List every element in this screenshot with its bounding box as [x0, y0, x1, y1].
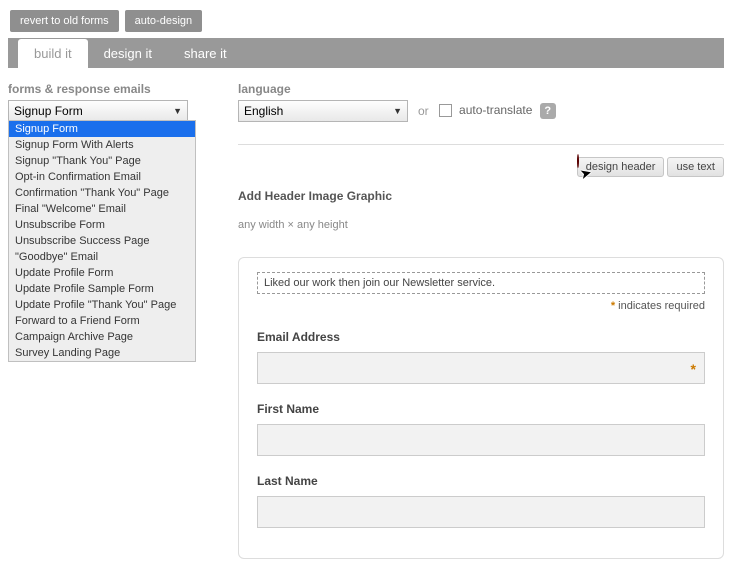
forms-select[interactable]: Signup Form ▼	[8, 100, 188, 122]
chevron-down-icon: ▼	[393, 106, 402, 116]
design-header-button[interactable]: design header ➤	[577, 157, 665, 177]
use-text-button[interactable]: use text	[667, 157, 724, 177]
add-header-title: Add Header Image Graphic	[238, 189, 724, 203]
dropdown-option[interactable]: Signup "Thank You" Page	[9, 153, 195, 169]
forms-dropdown-list: Signup FormSignup Form With AlertsSignup…	[8, 120, 196, 362]
tab-design-it[interactable]: design it	[88, 39, 168, 68]
intro-text-block[interactable]: Liked our work then join our Newsletter …	[257, 272, 705, 294]
first-name-label: First Name	[257, 402, 705, 416]
dropdown-option[interactable]: Unsubscribe Success Page	[9, 233, 195, 249]
dropdown-option[interactable]: Opt-in Confirmation Email	[9, 169, 195, 185]
dropdown-option[interactable]: Signup Form	[9, 121, 195, 137]
dropdown-option[interactable]: Unsubscribe Form	[9, 217, 195, 233]
dropdown-option[interactable]: Signup Form With Alerts	[9, 137, 195, 153]
chevron-down-icon: ▼	[173, 106, 182, 116]
dropdown-option[interactable]: Update Profile Sample Form	[9, 281, 195, 297]
auto-translate-label: auto-translate	[459, 103, 532, 117]
dropdown-option[interactable]: Update Profile Form	[9, 265, 195, 281]
tab-share-it[interactable]: share it	[168, 39, 243, 68]
header-dimensions: any width × any height	[238, 219, 724, 231]
tab-build-it[interactable]: build it	[18, 39, 88, 68]
auto-design-button[interactable]: auto-design	[125, 10, 203, 32]
dropdown-option[interactable]: Forward to a Friend Form	[9, 313, 195, 329]
or-label: or	[418, 104, 429, 118]
design-header-label: design header	[586, 161, 656, 173]
language-select-value: English	[244, 104, 283, 118]
last-name-input[interactable]	[257, 496, 705, 528]
auto-translate-checkbox[interactable]	[439, 104, 452, 117]
last-name-label: Last Name	[257, 474, 705, 488]
required-label: indicates required	[618, 300, 705, 312]
revert-to-old-forms-button[interactable]: revert to old forms	[10, 10, 119, 32]
help-icon[interactable]: ?	[540, 103, 556, 119]
form-preview-card: Liked our work then join our Newsletter …	[238, 257, 724, 559]
first-name-input[interactable]	[257, 424, 705, 456]
dropdown-option[interactable]: "Goodbye" Email	[9, 249, 195, 265]
tab-bar: build it design it share it	[8, 38, 724, 68]
email-label: Email Address	[257, 330, 705, 344]
email-input[interactable]: *	[257, 352, 705, 384]
dropdown-option[interactable]: Confirmation "Thank You" Page	[9, 185, 195, 201]
language-select[interactable]: English ▼	[238, 100, 408, 122]
dropdown-option[interactable]: Survey Landing Page	[9, 345, 195, 361]
forms-heading: forms & response emails	[8, 82, 198, 96]
required-note: * indicates required	[257, 300, 705, 312]
required-star-icon: *	[691, 361, 696, 377]
language-heading: language	[238, 82, 724, 96]
dropdown-option[interactable]: Final "Welcome" Email	[9, 201, 195, 217]
required-star-icon: *	[611, 300, 615, 312]
dropdown-option[interactable]: Campaign Archive Page	[9, 329, 195, 345]
forms-select-value: Signup Form	[14, 104, 83, 118]
cursor-pointer-icon: ➤	[570, 155, 586, 177]
dropdown-option[interactable]: Update Profile "Thank You" Page	[9, 297, 195, 313]
